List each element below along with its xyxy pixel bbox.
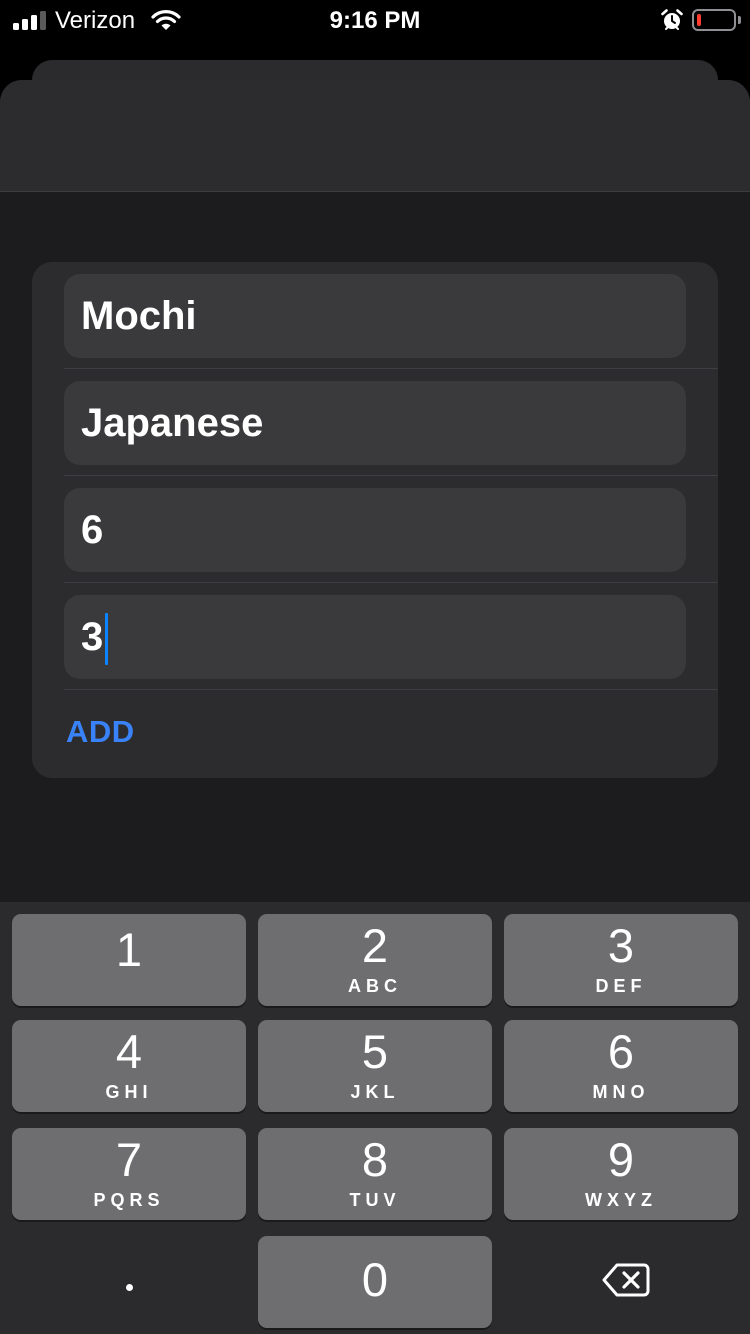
number-field-1-value: 6 (81, 508, 104, 552)
sheet-navigation-bar (0, 80, 750, 192)
key-letters: JKL (350, 1082, 400, 1102)
key-9[interactable]: 9 WXYZ (504, 1128, 738, 1220)
key-digit: 8 (361, 1133, 389, 1186)
number-field-2-value: 3 (81, 615, 104, 659)
name-field[interactable]: Mochi (64, 274, 686, 358)
key-digit: 5 (361, 1025, 389, 1078)
add-button[interactable]: ADD (66, 714, 135, 750)
delete-key[interactable] (504, 1236, 738, 1328)
key-digit: 4 (115, 1025, 143, 1078)
key-digit: 0 (361, 1253, 389, 1306)
key-digit: 6 (607, 1025, 635, 1078)
name-field-value: Mochi (81, 294, 197, 338)
key-letters: ABC (348, 976, 402, 996)
number-field-2[interactable]: 3 (64, 595, 686, 679)
screen: Verizon 9:16 PM Mochi Japanese 6 3 ADD 1… (0, 0, 750, 1334)
key-letters: PQRS (93, 1190, 165, 1210)
battery-level-fill (697, 14, 701, 26)
key-letters: MNO (592, 1082, 650, 1102)
row-separator (64, 368, 718, 369)
key-letters: DEF (595, 976, 647, 996)
key-digit: 2 (361, 919, 389, 972)
key-digit: 3 (607, 919, 635, 972)
status-time: 9:16 PM (329, 7, 421, 34)
row-separator (64, 689, 718, 690)
key-0[interactable]: 0 (258, 1236, 492, 1328)
key-1[interactable]: 1 (12, 914, 246, 1006)
row-separator (64, 475, 718, 476)
key-7[interactable]: 7 PQRS (12, 1128, 246, 1220)
row-separator (64, 582, 718, 583)
key-digit: 7 (115, 1133, 143, 1186)
cuisine-field[interactable]: Japanese (64, 381, 686, 465)
key-letters: TUV (349, 1190, 401, 1210)
battery-cap (738, 16, 741, 24)
cuisine-field-value: Japanese (81, 401, 264, 445)
key-3[interactable]: 3 DEF (504, 914, 738, 1006)
number-field-1[interactable]: 6 (64, 488, 686, 572)
key-letters: WXYZ (585, 1190, 657, 1210)
numeric-keypad: 1 2 ABC 3 DEF 4 GHI 5 JKL 6 MNO 7 PQRS 8… (0, 902, 750, 1334)
key-5[interactable]: 5 JKL (258, 1020, 492, 1112)
delete-backspace-icon (602, 1263, 650, 1297)
key-letters: GHI (105, 1082, 153, 1102)
form-card: Mochi Japanese 6 3 ADD (32, 262, 718, 778)
key-6[interactable]: 6 MNO (504, 1020, 738, 1112)
key-digit: 9 (607, 1133, 635, 1186)
key-digit: 1 (115, 923, 143, 976)
battery-icon (692, 9, 736, 31)
text-cursor (105, 613, 109, 666)
status-bar: Verizon 9:16 PM (0, 0, 750, 40)
decimal-key[interactable] (12, 1236, 246, 1328)
alarm-clock-icon (661, 9, 683, 30)
key-4[interactable]: 4 GHI (12, 1020, 246, 1112)
key-2[interactable]: 2 ABC (258, 914, 492, 1006)
key-8[interactable]: 8 TUV (258, 1128, 492, 1220)
decimal-point-glyph (126, 1284, 133, 1291)
